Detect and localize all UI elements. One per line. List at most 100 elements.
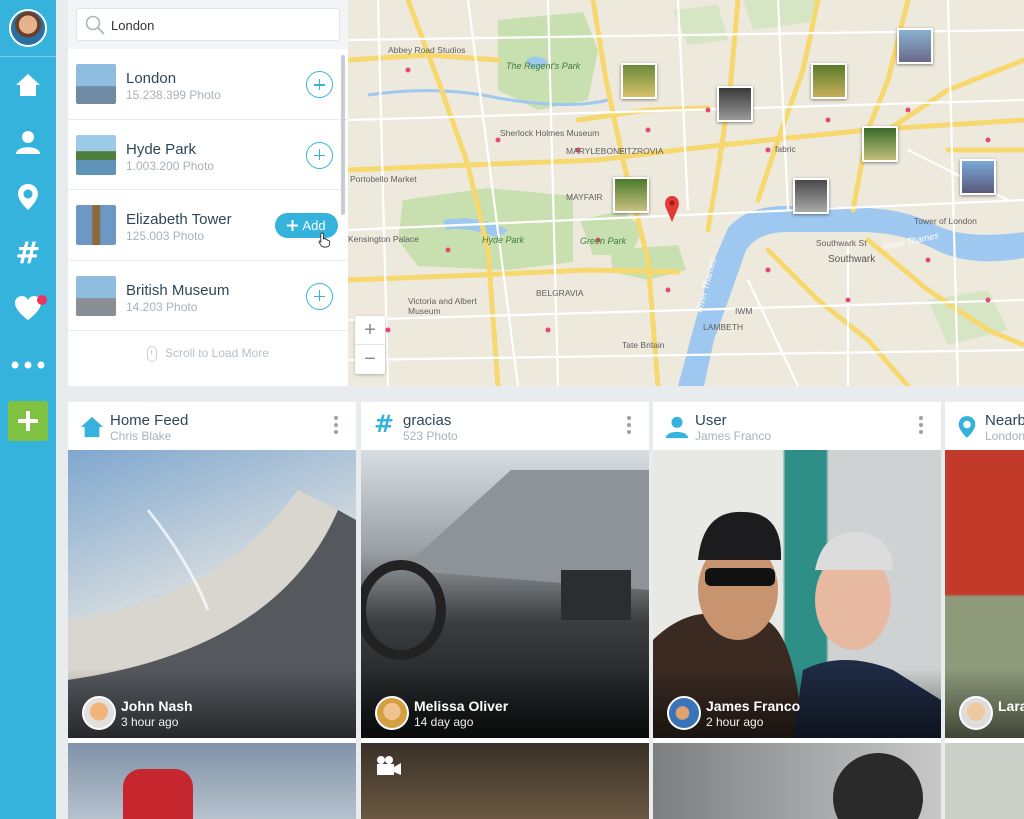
result-count: 1.003.200 Photo <box>126 158 215 173</box>
result-british-museum[interactable]: British Museum 14.203 Photo <box>68 261 348 331</box>
feed-column-nearby: Nearby London Lara <box>945 402 1024 819</box>
poster-avatar[interactable] <box>82 696 116 730</box>
map-photo-pin[interactable] <box>862 126 898 162</box>
feed-photo-next[interactable] <box>68 743 356 819</box>
feed-photo-next[interactable] <box>945 743 1024 819</box>
map-photo-pin[interactable] <box>793 178 829 214</box>
map-label-hyde-park: Hyde Park <box>482 235 525 245</box>
add-location-button[interactable] <box>306 282 333 310</box>
add-location-button[interactable] <box>306 141 333 169</box>
map-label-belgravia: BELGRAVIA <box>536 288 584 298</box>
feed-photo[interactable]: John Nash 3 hour ago <box>68 450 356 738</box>
london-eye-thumbnail <box>76 64 116 104</box>
column-title: gracias <box>403 412 452 429</box>
column-subtitle: 523 Photo <box>403 429 458 443</box>
poster-name[interactable]: Melissa Oliver <box>414 698 508 714</box>
poster-avatar[interactable] <box>667 696 701 730</box>
column-header: # gracias 523 Photo <box>361 402 649 450</box>
add-label: Add <box>302 218 326 233</box>
red-bus-shape <box>123 769 193 819</box>
notification-badge <box>37 295 47 305</box>
column-menu-button[interactable] <box>626 416 632 438</box>
home-icon <box>80 416 104 438</box>
map-label-green-park: Green Park <box>580 236 627 246</box>
result-title: British Museum <box>126 281 230 299</box>
result-title: Hyde Park <box>126 140 197 158</box>
poster-name[interactable]: Lara <box>998 698 1024 714</box>
post-time: 2 hour ago <box>706 715 764 729</box>
plus-icon <box>287 220 299 231</box>
map-label-fabric: fabric <box>775 144 796 154</box>
result-title: London <box>126 70 177 87</box>
load-more-label: Scroll to Load More <box>164 346 270 361</box>
hashtags-button[interactable]: # <box>8 233 48 273</box>
hashtag-icon: # <box>374 410 395 438</box>
post-time: 3 hour ago <box>121 715 179 729</box>
result-count: 125.003 Photo <box>126 229 205 243</box>
map-photo-pin[interactable] <box>613 177 649 213</box>
feed-photo[interactable]: James Franco 2 hour ago <box>653 450 941 738</box>
map-photo-pin[interactable] <box>621 63 657 99</box>
zoom-out-button[interactable]: − <box>355 345 385 374</box>
column-menu-button[interactable] <box>333 416 339 438</box>
map-label-southwark: Southwark <box>828 254 876 265</box>
map-label-iwm: IWM <box>735 306 753 316</box>
feed-photo[interactable]: Lara <box>945 450 1024 738</box>
poster-name[interactable]: James Franco <box>706 698 800 714</box>
result-title: Elizabeth Tower <box>126 211 232 228</box>
poster-avatar[interactable] <box>959 696 993 730</box>
map-photo-pin[interactable] <box>717 86 753 122</box>
map-photo-pin[interactable] <box>897 28 933 64</box>
post-time: 14 day ago <box>414 715 474 729</box>
user-icon <box>16 131 40 154</box>
result-hyde-park[interactable]: Hyde Park 1.003.200 Photo <box>68 120 348 190</box>
map-label-portobello: Portobello Market <box>350 174 417 184</box>
feed-photo-next[interactable] <box>361 743 649 819</box>
app-root: # London 15.238.399 Photo <box>0 0 1024 819</box>
map-label-southwark-st: Southwark St <box>816 238 867 248</box>
result-elizabeth-tower[interactable]: Elizabeth Tower 125.003 Photo Add <box>68 190 348 261</box>
plus-icon <box>18 411 38 431</box>
more-button[interactable] <box>8 345 48 385</box>
add-location-button[interactable] <box>306 71 333 98</box>
map-label-mayfair: MAYFAIR <box>566 192 603 202</box>
feed-photo[interactable]: Melissa Oliver 14 day ago <box>361 450 649 738</box>
result-london[interactable]: London 15.238.399 Photo <box>68 49 348 120</box>
search-input[interactable] <box>111 14 331 36</box>
column-header: User James Franco <box>653 402 941 450</box>
add-column-button[interactable] <box>8 401 48 441</box>
map-view[interactable]: Abbey Road Studios The Regent's Park MAR… <box>348 0 1024 386</box>
column-menu-button[interactable] <box>918 416 924 438</box>
sidebar: # <box>0 0 56 819</box>
map-photo-pin[interactable] <box>811 63 847 99</box>
poster-avatar[interactable] <box>375 696 409 730</box>
result-count: 14.203 Photo <box>126 299 198 314</box>
results-scrollbar[interactable] <box>341 55 345 215</box>
column-header: Home Feed Chris Blake <box>68 402 356 450</box>
search-box <box>76 8 340 41</box>
search-icon <box>85 15 105 35</box>
feed-column-hashtag: # gracias 523 Photo Melissa Oliver 14 da… <box>361 402 649 819</box>
map-label-tower-of-london: Tower of London <box>914 216 977 226</box>
user-avatar[interactable] <box>9 9 47 47</box>
feed-photo-next[interactable] <box>653 743 941 819</box>
search-panel: London 15.238.399 Photo Hyde Park 1.003.… <box>68 0 348 386</box>
portrait-shape <box>833 753 923 819</box>
poster-name[interactable]: John Nash <box>121 698 193 714</box>
home-icon <box>16 74 40 96</box>
map-label-tate: Tate Britain <box>622 340 665 350</box>
video-camera-icon <box>377 756 401 775</box>
map-photo-pin[interactable] <box>960 159 996 195</box>
map-label-regents-park: The Regent's Park <box>506 61 581 71</box>
places-button[interactable] <box>8 177 48 217</box>
feed-column-home: Home Feed Chris Blake John Nash 3 hour a… <box>68 402 356 819</box>
profile-button[interactable] <box>8 122 48 162</box>
load-more[interactable]: Scroll to Load More <box>68 346 348 362</box>
likes-button[interactable] <box>8 288 48 328</box>
home-button[interactable] <box>8 65 48 105</box>
column-title: User <box>695 412 727 429</box>
column-subtitle: Chris Blake <box>110 429 172 443</box>
map-label-fitzrovia: FITZROVIA <box>619 146 664 156</box>
column-subtitle: James Franco <box>695 429 772 443</box>
zoom-in-button[interactable]: + <box>355 316 385 345</box>
